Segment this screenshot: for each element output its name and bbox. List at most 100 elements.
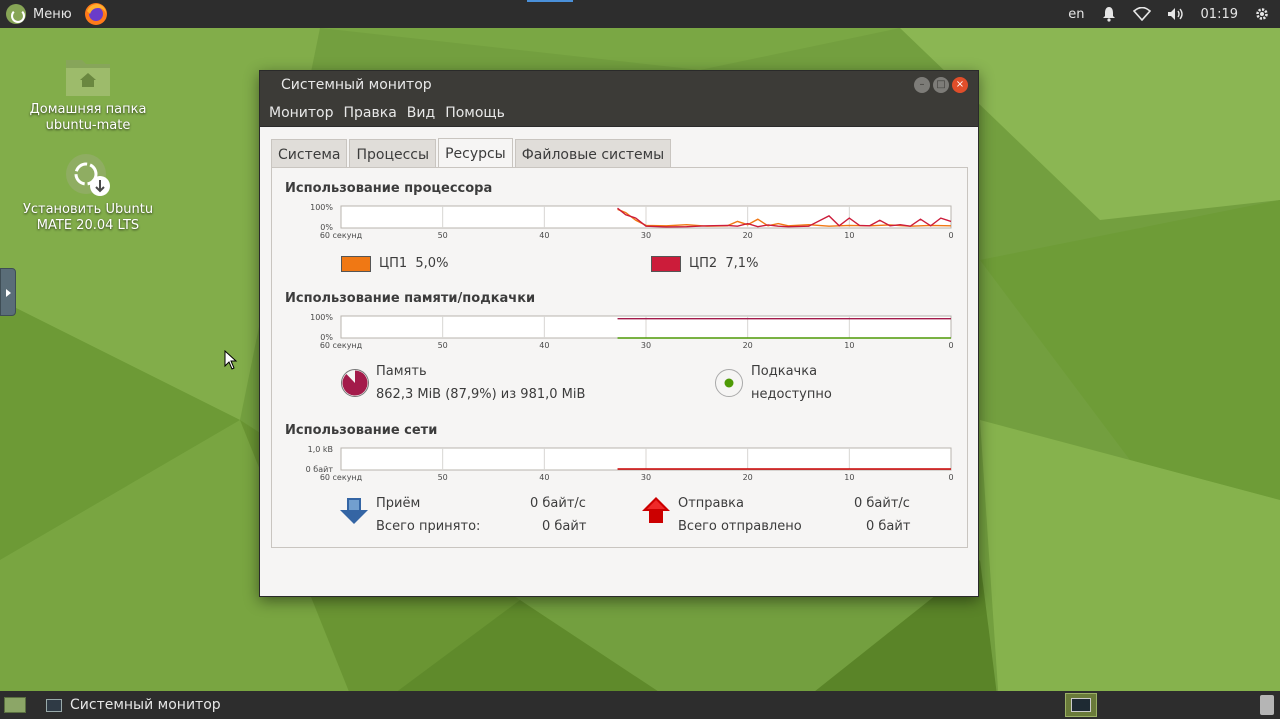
clock[interactable]: 01:19	[1201, 7, 1238, 22]
swap-pie-icon[interactable]	[714, 368, 744, 398]
home-folder-icon	[66, 60, 110, 96]
network-section-title: Использование сети	[285, 423, 438, 438]
workspace-switcher[interactable]	[1065, 693, 1097, 717]
net-y-top-label: 1,0 kB	[308, 445, 333, 454]
cpu2-name: ЦП2	[689, 256, 718, 271]
tab-system[interactable]: Система	[271, 139, 348, 169]
system-monitor-window: Системный монитор – □ × Монитор Правка В…	[259, 70, 979, 597]
close-button[interactable]: ×	[952, 77, 968, 93]
send-label: Отправка	[678, 496, 745, 511]
memory-pie-icon[interactable]	[340, 368, 370, 398]
memory-section-title: Использование памяти/подкачки	[285, 291, 536, 306]
memory-history-chart: 60 секунд 50 40 30 20 10 0 100% 0%	[310, 313, 953, 350]
desktop-install-ubuntu-label-1: Установить Ubuntu	[22, 202, 154, 217]
cpu-y-bottom-label: 0%	[320, 223, 333, 232]
desktop-install-ubuntu-label-2: MATE 20.04 LTS	[36, 218, 140, 233]
top-panel: Меню en 01:19	[0, 0, 1280, 28]
tab-resources[interactable]: Ресурсы	[438, 138, 513, 169]
upload-arrow-icon[interactable]	[641, 495, 671, 525]
tab-filesystems[interactable]: Файловые системы	[514, 139, 672, 169]
firefox-icon[interactable]	[84, 2, 108, 26]
cpu-history-chart: 60 секунд 50 40 30 20 10 0 100% 0%	[310, 203, 953, 240]
net-x-tick: 60 секунд	[320, 473, 363, 482]
cpu-section-title: Использование процессора	[285, 181, 493, 196]
menubar: Монитор Правка Вид Помощь	[260, 99, 978, 127]
memory-value: 862,3 MiB (87,9%) из 981,0 MiB	[376, 387, 586, 402]
settings-gear-icon[interactable]	[1254, 6, 1270, 22]
bottom-panel: Системный монитор	[0, 691, 1280, 719]
net-x-tick: 20	[743, 473, 753, 482]
main-menu-label: Меню	[33, 6, 72, 22]
send-rate: 0 байт/с	[854, 496, 910, 511]
notification-bell-icon[interactable]	[1101, 6, 1117, 22]
install-ubuntu-icon	[66, 154, 110, 196]
mem-x-tick: 10	[844, 341, 854, 350]
cpu-x-tick: 40	[539, 231, 549, 240]
mem-y-top-label: 100%	[310, 313, 333, 322]
net-x-tick: 30	[641, 473, 651, 482]
menu-view[interactable]: Вид	[403, 105, 439, 121]
cpu-graph: 60 секунд 50 40 30 20 10 0 100% 0%	[272, 202, 969, 246]
menu-edit[interactable]: Правка	[340, 105, 401, 121]
download-arrow-icon[interactable]	[339, 496, 369, 526]
maximize-button[interactable]: □	[933, 77, 949, 93]
cpu1-name: ЦП1	[379, 256, 408, 271]
send-total-label: Всего отправлено	[678, 519, 802, 534]
send-total: 0 байт	[866, 519, 911, 534]
mem-x-tick: 50	[438, 341, 448, 350]
trash-icon[interactable]	[1260, 695, 1274, 715]
mate-logo-icon	[6, 4, 26, 24]
net-x-tick: 0	[948, 473, 953, 482]
volume-icon[interactable]	[1167, 7, 1185, 21]
swap-value: недоступно	[751, 387, 832, 402]
recv-label: Приём	[376, 496, 421, 511]
recv-total: 0 байт	[542, 519, 587, 534]
recv-total-label: Всего принято:	[376, 519, 481, 534]
mem-x-tick: 60 секунд	[320, 341, 363, 350]
minimize-button[interactable]: –	[914, 77, 930, 93]
cpu1-color-swatch[interactable]	[341, 256, 371, 272]
menu-help[interactable]: Помощь	[441, 105, 509, 121]
show-desktop-button[interactable]	[4, 697, 26, 713]
cpu-y-top-label: 100%	[310, 203, 333, 212]
main-menu-button[interactable]: Меню	[0, 0, 72, 28]
mem-x-tick: 0	[948, 341, 953, 350]
desktop-install-ubuntu[interactable]: Установить Ubuntu MATE 20.04 LTS	[18, 152, 158, 234]
cpu-x-tick: 0	[948, 231, 953, 240]
cpu2-color-swatch[interactable]	[651, 256, 681, 272]
wifi-icon[interactable]	[1132, 7, 1151, 21]
tab-processes[interactable]: Процессы	[349, 139, 437, 169]
net-y-bottom-label: 0 байт	[306, 465, 334, 474]
net-x-tick: 40	[539, 473, 549, 482]
mem-y-bottom-label: 0%	[320, 333, 333, 342]
memory-label: Память	[376, 364, 427, 379]
side-panel-handle[interactable]	[0, 268, 16, 316]
cpu2-legend: ЦП2 7,1%	[689, 256, 758, 271]
cpu-x-tick: 30	[641, 231, 651, 240]
cpu2-value: 7,1%	[725, 256, 759, 271]
window-titlebar[interactable]: Системный монитор – □ ×	[260, 71, 978, 99]
net-x-tick: 50	[438, 473, 448, 482]
swap-label: Подкачка	[751, 364, 818, 379]
taskbar-system-monitor[interactable]: Системный монитор	[38, 691, 229, 719]
window-title: Системный монитор	[281, 77, 432, 93]
resources-page: Использование процессора 60 секунд 50 40 30…	[271, 167, 968, 548]
panel-indicator	[527, 0, 573, 2]
memory-graph: 60 секунд 50 40 30 20 10 0 100% 0%	[272, 312, 969, 356]
network-graph: 60 секунд 50 40 30 20 10 0 1,0 kB 0 байт	[272, 444, 969, 488]
keyboard-layout-indicator[interactable]: en	[1068, 7, 1084, 22]
recv-rate: 0 байт/с	[530, 496, 586, 511]
mem-x-tick: 40	[539, 341, 549, 350]
mem-x-tick: 30	[641, 341, 651, 350]
net-x-tick: 10	[844, 473, 854, 482]
cpu-x-tick: 20	[743, 231, 753, 240]
desktop-home-folder-label-2: ubuntu-mate	[45, 118, 131, 133]
taskbar-item-label: Системный монитор	[70, 697, 221, 713]
workspace-thumbnail	[1071, 698, 1091, 712]
menu-monitor[interactable]: Монитор	[265, 105, 338, 121]
mouse-cursor-icon	[224, 350, 238, 370]
cpu1-value: 5,0%	[415, 256, 449, 271]
desktop-home-folder[interactable]: Домашняя папка ubuntu-mate	[18, 54, 158, 134]
cpu-x-tick: 50	[438, 231, 448, 240]
mem-x-tick: 20	[743, 341, 753, 350]
